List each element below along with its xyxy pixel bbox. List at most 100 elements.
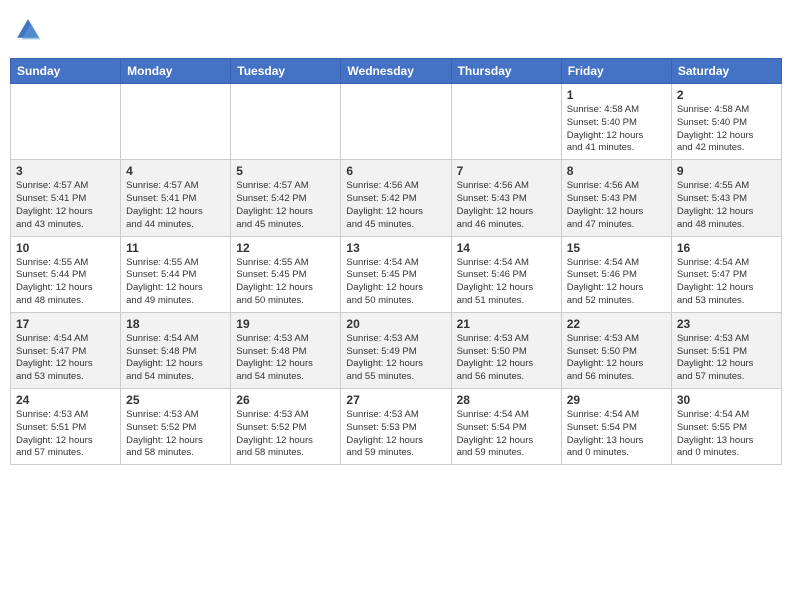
day-number: 5 [236,164,335,178]
day-info: Sunrise: 4:53 AM Sunset: 5:51 PM Dayligh… [16,409,115,460]
day-info: Sunrise: 4:53 AM Sunset: 5:52 PM Dayligh… [126,409,225,460]
calendar-cell: 22 Sunrise: 4:53 AM Sunset: 5:50 PM Dayli… [561,312,671,388]
day-number: 27 [346,393,445,407]
calendar-cell [451,84,561,160]
day-info: Sunrise: 4:56 AM Sunset: 5:42 PM Dayligh… [346,180,445,231]
calendar-cell: 15Sunrise: 4:54 AM Sunset: 5:46 PM Dayli… [561,236,671,312]
day-number: 6 [346,164,445,178]
day-number: 14 [457,241,556,255]
calendar-cell: 1 Sunrise: 4:58 AM Sunset: 5:40 PM Daylig… [561,84,671,160]
page-header [10,10,782,50]
day-number: 16 [677,241,776,255]
day-number: 11 [126,241,225,255]
day-number: 22 [567,317,666,331]
calendar-cell: 7 Sunrise: 4:56 AM Sunset: 5:43 PM Daylig… [451,160,561,236]
day-info: Sunrise: 4:54 AM Sunset: 5:54 PM Dayligh… [457,409,556,460]
day-info: Sunrise: 4:55 AM Sunset: 5:44 PM Dayligh… [126,257,225,308]
day-number: 8 [567,164,666,178]
weekday-header: Monday [121,59,231,84]
day-info: Sunrise: 4:56 AM Sunset: 5:43 PM Dayligh… [567,180,666,231]
weekday-header: Wednesday [341,59,451,84]
calendar-cell [341,84,451,160]
calendar-cell: 26 Sunrise: 4:53 AM Sunset: 5:52 PM Dayli… [231,389,341,465]
calendar-cell: 25 Sunrise: 4:53 AM Sunset: 5:52 PM Dayli… [121,389,231,465]
day-number: 28 [457,393,556,407]
calendar-cell [231,84,341,160]
day-info: Sunrise: 4:53 AM Sunset: 5:49 PM Dayligh… [346,333,445,384]
day-number: 21 [457,317,556,331]
day-info: Sunrise: 4:53 AM Sunset: 5:48 PM Dayligh… [236,333,335,384]
calendar-week-row: 10 Sunrise: 4:55 AM Sunset: 5:44 PM Dayli… [11,236,782,312]
calendar-cell: 24 Sunrise: 4:53 AM Sunset: 5:51 PM Dayli… [11,389,121,465]
weekday-header: Tuesday [231,59,341,84]
day-number: 24 [16,393,115,407]
day-info: Sunrise: 4:53 AM Sunset: 5:53 PM Dayligh… [346,409,445,460]
day-number: 2 [677,88,776,102]
weekday-header: Saturday [671,59,781,84]
weekday-header: Sunday [11,59,121,84]
calendar-cell: 17Sunrise: 4:54 AM Sunset: 5:47 PM Dayli… [11,312,121,388]
day-number: 30 [677,393,776,407]
weekday-header: Friday [561,59,671,84]
calendar-cell: 23 Sunrise: 4:53 AM Sunset: 5:51 PM Dayli… [671,312,781,388]
logo [14,16,46,44]
day-info: Sunrise: 4:56 AM Sunset: 5:43 PM Dayligh… [457,180,556,231]
day-info: Sunrise: 4:54 AM Sunset: 5:45 PM Dayligh… [346,257,445,308]
calendar-week-row: 3 Sunrise: 4:57 AM Sunset: 5:41 PM Daylig… [11,160,782,236]
day-info: Sunrise: 4:54 AM Sunset: 5:55 PM Dayligh… [677,409,776,460]
calendar-cell [11,84,121,160]
day-number: 1 [567,88,666,102]
day-info: Sunrise: 4:55 AM Sunset: 5:43 PM Dayligh… [677,180,776,231]
weekday-header: Thursday [451,59,561,84]
day-info: Sunrise: 4:54 AM Sunset: 5:48 PM Dayligh… [126,333,225,384]
day-number: 20 [346,317,445,331]
calendar-cell: 19 Sunrise: 4:53 AM Sunset: 5:48 PM Dayli… [231,312,341,388]
day-info: Sunrise: 4:58 AM Sunset: 5:40 PM Dayligh… [567,104,666,155]
calendar-cell: 14 Sunrise: 4:54 AM Sunset: 5:46 PM Dayli… [451,236,561,312]
calendar-cell: 27 Sunrise: 4:53 AM Sunset: 5:53 PM Dayli… [341,389,451,465]
calendar-cell: 12 Sunrise: 4:55 AM Sunset: 5:45 PM Dayli… [231,236,341,312]
calendar-cell: 2 Sunrise: 4:58 AM Sunset: 5:40 PM Daylig… [671,84,781,160]
calendar-cell: 29 Sunrise: 4:54 AM Sunset: 5:54 PM Dayli… [561,389,671,465]
day-info: Sunrise: 4:53 AM Sunset: 5:51 PM Dayligh… [677,333,776,384]
day-number: 10 [16,241,115,255]
day-info: Sunrise: 4:53 AM Sunset: 5:50 PM Dayligh… [567,333,666,384]
day-number: 15 [567,241,666,255]
day-number: 26 [236,393,335,407]
calendar-cell: 10Sunrise: 4:55 AM Sunset: 5:44 PM Dayli… [11,236,121,312]
day-info: Sunrise: 4:55 AM Sunset: 5:45 PM Dayligh… [236,257,335,308]
calendar-cell: 13 Sunrise: 4:54 AM Sunset: 5:45 PM Dayli… [341,236,451,312]
calendar-cell: 16 Sunrise: 4:54 AM Sunset: 5:47 PM Dayli… [671,236,781,312]
day-number: 13 [346,241,445,255]
calendar-cell: 3Sunrise: 4:57 AM Sunset: 5:41 PM Daylig… [11,160,121,236]
calendar-cell: 18Sunrise: 4:54 AM Sunset: 5:48 PM Dayli… [121,312,231,388]
calendar-week-row: 24 Sunrise: 4:53 AM Sunset: 5:51 PM Dayli… [11,389,782,465]
day-info: Sunrise: 4:54 AM Sunset: 5:46 PM Dayligh… [457,257,556,308]
day-info: Sunrise: 4:54 AM Sunset: 5:47 PM Dayligh… [16,333,115,384]
day-info: Sunrise: 4:53 AM Sunset: 5:52 PM Dayligh… [236,409,335,460]
day-number: 7 [457,164,556,178]
day-info: Sunrise: 4:58 AM Sunset: 5:40 PM Dayligh… [677,104,776,155]
calendar-cell: 28 Sunrise: 4:54 AM Sunset: 5:54 PM Dayli… [451,389,561,465]
logo-icon [14,16,42,44]
calendar-cell: 6 Sunrise: 4:56 AM Sunset: 5:42 PM Daylig… [341,160,451,236]
day-number: 12 [236,241,335,255]
calendar-cell: 4 Sunrise: 4:57 AM Sunset: 5:41 PM Daylig… [121,160,231,236]
day-info: Sunrise: 4:54 AM Sunset: 5:47 PM Dayligh… [677,257,776,308]
day-info: Sunrise: 4:54 AM Sunset: 5:54 PM Dayligh… [567,409,666,460]
calendar-cell: 20 Sunrise: 4:53 AM Sunset: 5:49 PM Dayli… [341,312,451,388]
day-number: 25 [126,393,225,407]
day-number: 3 [16,164,115,178]
calendar-header-row: SundayMondayTuesdayWednesdayThursdayFrid… [11,59,782,84]
calendar-week-row: 1 Sunrise: 4:58 AM Sunset: 5:40 PM Daylig… [11,84,782,160]
day-number: 19 [236,317,335,331]
day-info: Sunrise: 4:57 AM Sunset: 5:41 PM Dayligh… [126,180,225,231]
calendar-week-row: 17Sunrise: 4:54 AM Sunset: 5:47 PM Dayli… [11,312,782,388]
day-number: 9 [677,164,776,178]
day-number: 29 [567,393,666,407]
day-info: Sunrise: 4:53 AM Sunset: 5:50 PM Dayligh… [457,333,556,384]
day-number: 23 [677,317,776,331]
day-number: 4 [126,164,225,178]
calendar-cell: 21 Sunrise: 4:53 AM Sunset: 5:50 PM Dayli… [451,312,561,388]
calendar-cell: 30 Sunrise: 4:54 AM Sunset: 5:55 PM Dayli… [671,389,781,465]
